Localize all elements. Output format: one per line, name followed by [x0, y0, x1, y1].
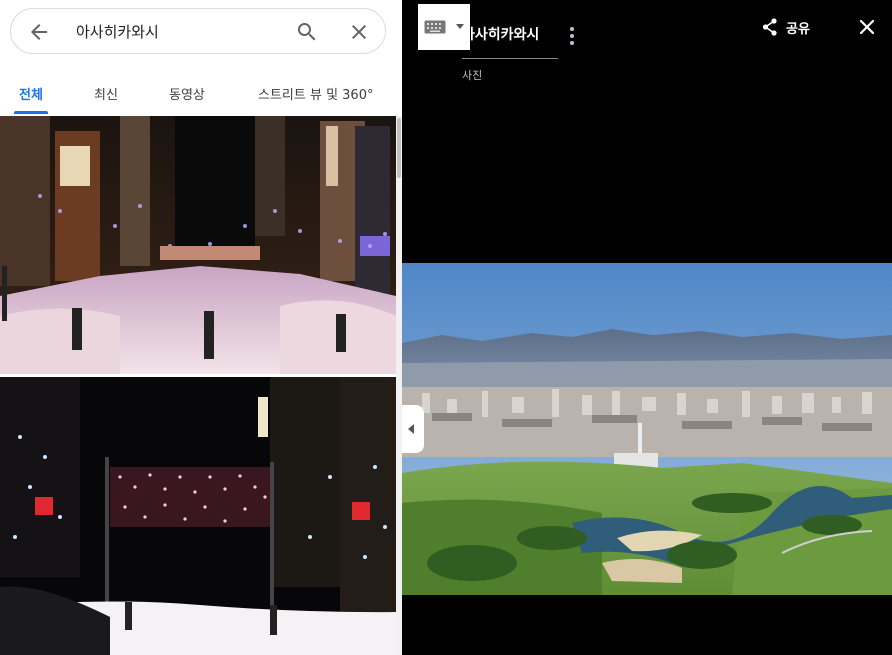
share-icon: [762, 18, 777, 36]
collapse-panel-button[interactable]: [402, 405, 424, 453]
main-photo[interactable]: [402, 263, 892, 595]
tab-all[interactable]: 전체: [19, 84, 43, 103]
asahikawa-landscape-image: [402, 263, 892, 595]
active-tab-indicator: [14, 111, 48, 114]
search-input[interactable]: 아사히카와시: [76, 21, 159, 42]
place-title-block: 아사히카와시: [462, 24, 558, 59]
results-panel: 아사히카와시 전체 최신 동영상 스트리트 뷰 및 360°: [0, 0, 402, 655]
scrollbar-thumb[interactable]: [397, 118, 401, 178]
arrow-left-icon[interactable]: [27, 20, 51, 44]
photo-subtitle: 사진: [462, 69, 483, 82]
photo-thumbnail[interactable]: [0, 377, 396, 655]
photo-thumbnail[interactable]: [0, 116, 396, 374]
share-label: 공유: [786, 21, 810, 37]
tab-street-view[interactable]: 스트리트 뷰 및 360°: [258, 84, 373, 103]
share-button[interactable]: 공유: [762, 14, 810, 40]
tab-latest[interactable]: 최신: [94, 84, 118, 103]
snowy-street-image: [0, 116, 396, 374]
place-title: 아사히카와시: [462, 27, 540, 43]
search-box[interactable]: 아사히카와시: [10, 8, 386, 54]
search-icon[interactable]: [295, 20, 319, 44]
tab-videos[interactable]: 동영상: [169, 84, 205, 103]
close-icon[interactable]: [347, 20, 371, 44]
keyboard-icon[interactable]: [424, 20, 446, 34]
more-vert-icon[interactable]: [568, 26, 576, 46]
close-icon[interactable]: [858, 18, 876, 36]
photo-tabs: 전체 최신 동영상 스트리트 뷰 및 360°: [0, 72, 402, 114]
chevron-left-icon: [408, 424, 414, 434]
illumination-street-image: [0, 377, 396, 655]
photo-viewer: 아사히카와시 사진 공유: [402, 0, 892, 655]
